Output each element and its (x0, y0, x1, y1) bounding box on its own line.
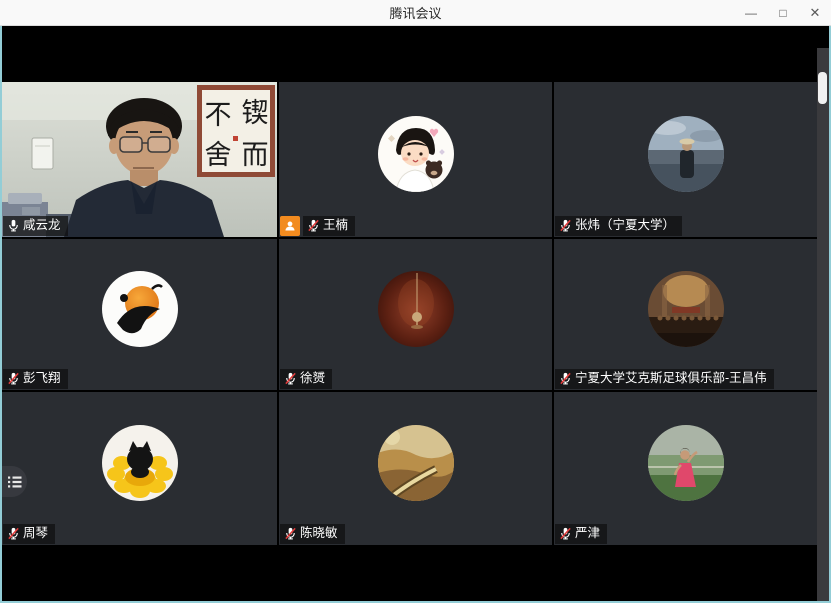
live-video-feed: 不 锲 舍 而 (2, 82, 277, 237)
video-tile-zhang-wei[interactable]: 张炜（宁夏大学） (554, 82, 818, 237)
participant-name: 陈晓敏 (300, 526, 338, 541)
avatar-hanging-tree-pendant (378, 271, 454, 347)
meeting-window: 腾讯会议 — □ ✕ (0, 0, 831, 603)
mic-muted-icon (284, 372, 297, 385)
mic-muted-icon (559, 219, 572, 232)
video-tile-chen-xiao-min[interactable]: 陈晓敏 (279, 392, 552, 545)
participant-name: 周琴 (23, 526, 48, 541)
minimize-button[interactable]: — (735, 0, 767, 25)
participant-nametag: 彭飞翔 (3, 369, 68, 389)
participant-name: 咸云龙 (23, 218, 61, 233)
mic-muted-icon (7, 372, 20, 385)
avatar-woman-in-pink (648, 425, 724, 501)
svg-text:而: 而 (242, 140, 269, 171)
scrollbar-thumb[interactable] (818, 72, 827, 104)
maximize-button[interactable]: □ (767, 0, 799, 25)
participant-nametag: 徐赟 (280, 369, 332, 389)
participant-name: 王楠 (323, 218, 348, 233)
avatar-group-photo (648, 271, 724, 347)
participant-name: 张炜（宁夏大学） (575, 218, 675, 233)
titlebar: 腾讯会议 — □ ✕ (0, 0, 831, 26)
calligraphy-frame: 不 锲 舍 而 (197, 85, 275, 177)
participant-name: 严津 (575, 526, 600, 541)
close-button[interactable]: ✕ (799, 0, 831, 25)
mic-on-icon (7, 219, 20, 232)
video-tile-yan-jin[interactable]: 严津 (554, 392, 818, 545)
video-tile-xian-yun-long[interactable]: 不 锲 舍 而 (2, 82, 277, 237)
participant-nametag: 宁夏大学艾克斯足球俱乐部-王昌伟 (555, 369, 774, 389)
window-title: 腾讯会议 (0, 3, 735, 22)
participant-nametag: 严津 (555, 524, 607, 544)
participant-nametag: 周琴 (3, 524, 55, 544)
svg-text:舍: 舍 (205, 140, 232, 171)
participant-nametag: 张炜（宁夏大学） (555, 216, 682, 236)
video-tile-wang-chang-wei[interactable]: 宁夏大学艾克斯足球俱乐部-王昌伟 (554, 239, 818, 390)
video-tile-zhou-qin[interactable]: 周琴 (2, 392, 277, 545)
avatar-cartoon-boy (378, 116, 454, 192)
participant-name: 宁夏大学艾克斯足球俱乐部-王昌伟 (575, 371, 767, 386)
window-controls: — □ ✕ (735, 0, 831, 25)
avatar-desert-road (378, 425, 454, 501)
participant-nametag: 陈晓敏 (280, 524, 345, 544)
participants-scrollbar[interactable] (817, 48, 829, 601)
avatar-orange-ball-logo (102, 271, 178, 347)
list-icon (8, 476, 22, 488)
meeting-content: 不 锲 舍 而 (2, 26, 829, 601)
avatar-cat-on-sunflower (102, 425, 178, 501)
video-grid: 不 锲 舍 而 (2, 82, 818, 545)
mic-muted-icon (7, 527, 20, 540)
video-tile-xu-yun[interactable]: 徐赟 (279, 239, 552, 390)
svg-text:不: 不 (205, 100, 232, 131)
participant-nametag: 咸云龙 (3, 216, 68, 236)
avatar-outdoor-portrait (648, 116, 724, 192)
mic-muted-icon (307, 219, 320, 232)
mic-muted-icon (559, 527, 572, 540)
member-badge-icon (280, 216, 300, 236)
video-tile-peng-fei-xiang[interactable]: 彭飞翔 (2, 239, 277, 390)
participant-nametag: 王楠 (303, 216, 355, 236)
participant-name: 彭飞翔 (23, 371, 61, 386)
mic-muted-icon (559, 372, 572, 385)
video-tile-wang-nan[interactable]: 王楠 (279, 82, 552, 237)
participant-name: 徐赟 (300, 371, 325, 386)
svg-text:锲: 锲 (242, 98, 269, 129)
mic-muted-icon (284, 527, 297, 540)
